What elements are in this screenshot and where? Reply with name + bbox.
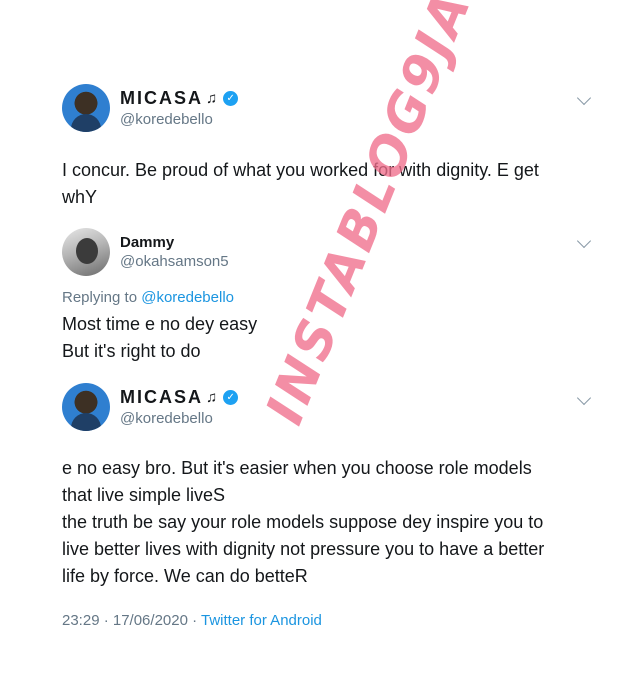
verified-badge-icon: ✓: [223, 390, 239, 405]
verified-badge-icon: ✓: [223, 91, 239, 106]
tweet2-text: e no easy bro. But it's easier when you …: [62, 458, 545, 586]
handle[interactable]: @okahsamson5: [120, 253, 229, 270]
chevron-down-icon[interactable]: [576, 390, 592, 406]
reply-text: Most time e no dey easy But it's right t…: [62, 314, 258, 361]
tweet1-header: MICASA ♫ ✓ @koredebello: [62, 84, 239, 132]
handle[interactable]: @koredebello: [120, 410, 238, 427]
avatar[interactable]: [62, 84, 110, 132]
avatar[interactable]: [62, 228, 110, 276]
music-note-icon: ♫: [206, 90, 220, 107]
display-name[interactable]: MICASA ♫ ✓: [120, 387, 239, 408]
reply-header: Dammy @okahsamson5: [62, 228, 229, 276]
avatar[interactable]: [62, 383, 110, 431]
tweet2-header: MICASA ♫ ✓ @koredebello: [62, 383, 239, 431]
chevron-down-icon[interactable]: [576, 90, 592, 106]
tweet-footer: 23:29 · 17/06/2020 · Twitter for Android: [62, 612, 322, 629]
source-link[interactable]: Twitter for Android: [201, 612, 322, 629]
watermark: INSTABLOG9JA: [255, 0, 484, 433]
display-name-text[interactable]: Dammy: [120, 234, 174, 251]
display-name-text[interactable]: MICASA: [120, 88, 203, 109]
tweet1-text: I concur. Be proud of what you worked fo…: [62, 160, 539, 207]
replying-to-label: Replying to: [62, 289, 142, 306]
display-name[interactable]: Dammy: [120, 234, 229, 251]
chevron-down-icon[interactable]: [576, 233, 592, 249]
music-note-icon: ♫: [206, 389, 220, 406]
handle[interactable]: @koredebello: [120, 111, 238, 128]
replying-to-line: Replying to @koredebello: [62, 289, 234, 306]
display-name-text[interactable]: MICASA: [120, 387, 203, 408]
timestamp[interactable]: 23:29 · 17/06/2020 ·: [62, 612, 201, 629]
replying-to-mention[interactable]: @koredebello: [141, 289, 234, 306]
display-name[interactable]: MICASA ♫ ✓: [120, 88, 239, 109]
